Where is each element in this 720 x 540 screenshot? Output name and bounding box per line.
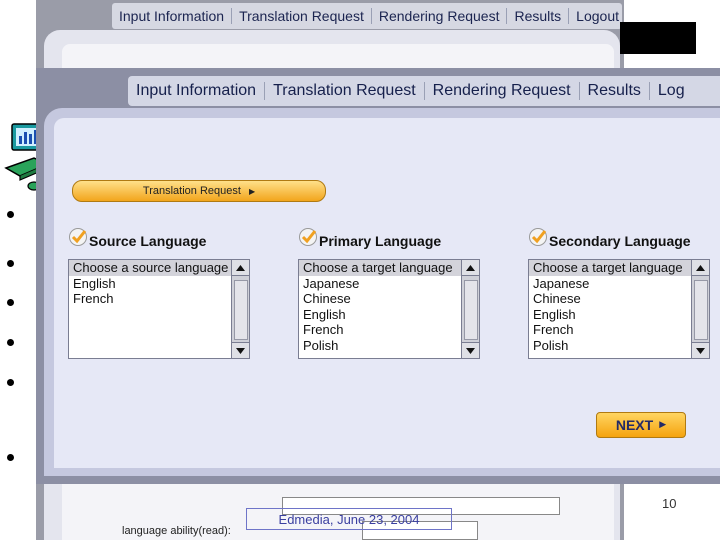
bullet-point	[7, 379, 14, 386]
nav-rendering-request[interactable]: Rendering Request	[425, 82, 580, 100]
bg-nav-translation-request[interactable]: Translation Request	[232, 8, 372, 24]
translation-request-label: Translation Request	[142, 185, 241, 197]
list-option[interactable]: Japanese	[299, 276, 462, 292]
scroll-down-icon[interactable]	[462, 342, 479, 358]
scrollbar[interactable]	[691, 260, 709, 358]
bullet-point	[7, 454, 14, 461]
translation-request-button[interactable]: Translation Request ▶	[72, 180, 326, 202]
list-option[interactable]: French	[299, 322, 462, 338]
checkmark-icon	[529, 228, 547, 246]
nav-translation-request[interactable]: Translation Request	[265, 82, 425, 100]
primary-language-listbox[interactable]: Choose a target language Japanese Chines…	[298, 259, 480, 359]
checkmark-icon	[299, 228, 317, 246]
scroll-up-icon[interactable]	[692, 260, 709, 276]
scroll-down-icon[interactable]	[232, 342, 249, 358]
list-option[interactable]: English	[299, 307, 462, 323]
scrollbar-thumb[interactable]	[464, 280, 478, 340]
source-language-label: Source Language	[89, 233, 207, 249]
bullet-point	[7, 339, 14, 346]
scroll-up-icon[interactable]	[462, 260, 479, 276]
scrollbar[interactable]	[231, 260, 249, 358]
scroll-up-icon[interactable]	[232, 260, 249, 276]
black-box	[620, 22, 696, 54]
list-option[interactable]: Polish	[529, 338, 692, 354]
slide-page-number: 10	[662, 496, 677, 511]
list-option[interactable]: Polish	[299, 338, 462, 354]
bg-nav-results[interactable]: Results	[507, 8, 570, 24]
nav-results[interactable]: Results	[580, 82, 650, 100]
bullet-point	[7, 260, 14, 267]
bg-nav-logout[interactable]: Logout	[569, 8, 626, 24]
list-option[interactable]: Chinese	[529, 291, 692, 307]
next-button[interactable]: NEXT ▶	[596, 412, 686, 438]
list-option[interactable]: Choose a target language	[299, 260, 462, 276]
checkmark-icon	[69, 228, 87, 246]
scrollbar-thumb[interactable]	[234, 280, 248, 340]
background-nav-bar: Input Information Translation Request Re…	[112, 3, 622, 29]
bg-nav-input-information[interactable]: Input Information	[112, 8, 233, 24]
nav-input-information[interactable]: Input Information	[128, 82, 266, 100]
foreground-nav-bar: Input Information Translation Request Re…	[128, 76, 720, 106]
list-option[interactable]: Choose a target language	[529, 260, 692, 276]
bullet-point	[7, 299, 14, 306]
list-option[interactable]: English	[529, 307, 692, 323]
primary-language-label: Primary Language	[319, 233, 442, 249]
slide-footer-date: Edmedia, June 23, 2004	[246, 508, 452, 530]
scrollbar[interactable]	[461, 260, 479, 358]
scrollbar-thumb[interactable]	[694, 280, 708, 340]
scroll-down-icon[interactable]	[692, 342, 709, 358]
bullet-point	[7, 211, 14, 218]
play-arrow-icon: ▶	[659, 420, 667, 430]
list-option[interactable]: Chinese	[299, 291, 462, 307]
secondary-language-listbox[interactable]: Choose a target language Japanese Chines…	[528, 259, 710, 359]
language-ability-label: language ability(read):	[122, 525, 231, 537]
bg-nav-rendering-request[interactable]: Rendering Request	[372, 8, 508, 24]
next-button-label: NEXT	[615, 417, 654, 433]
list-option[interactable]: Choose a source language	[69, 260, 232, 276]
source-language-listbox[interactable]: Choose a source language English French	[68, 259, 250, 359]
nav-logout[interactable]: Log	[650, 82, 693, 100]
list-option[interactable]: French	[529, 322, 692, 338]
secondary-language-label: Secondary Language	[549, 233, 691, 249]
play-arrow-icon: ▶	[248, 186, 256, 196]
list-option[interactable]: French	[69, 291, 232, 307]
list-option[interactable]: Japanese	[529, 276, 692, 292]
list-option[interactable]: English	[69, 276, 232, 292]
